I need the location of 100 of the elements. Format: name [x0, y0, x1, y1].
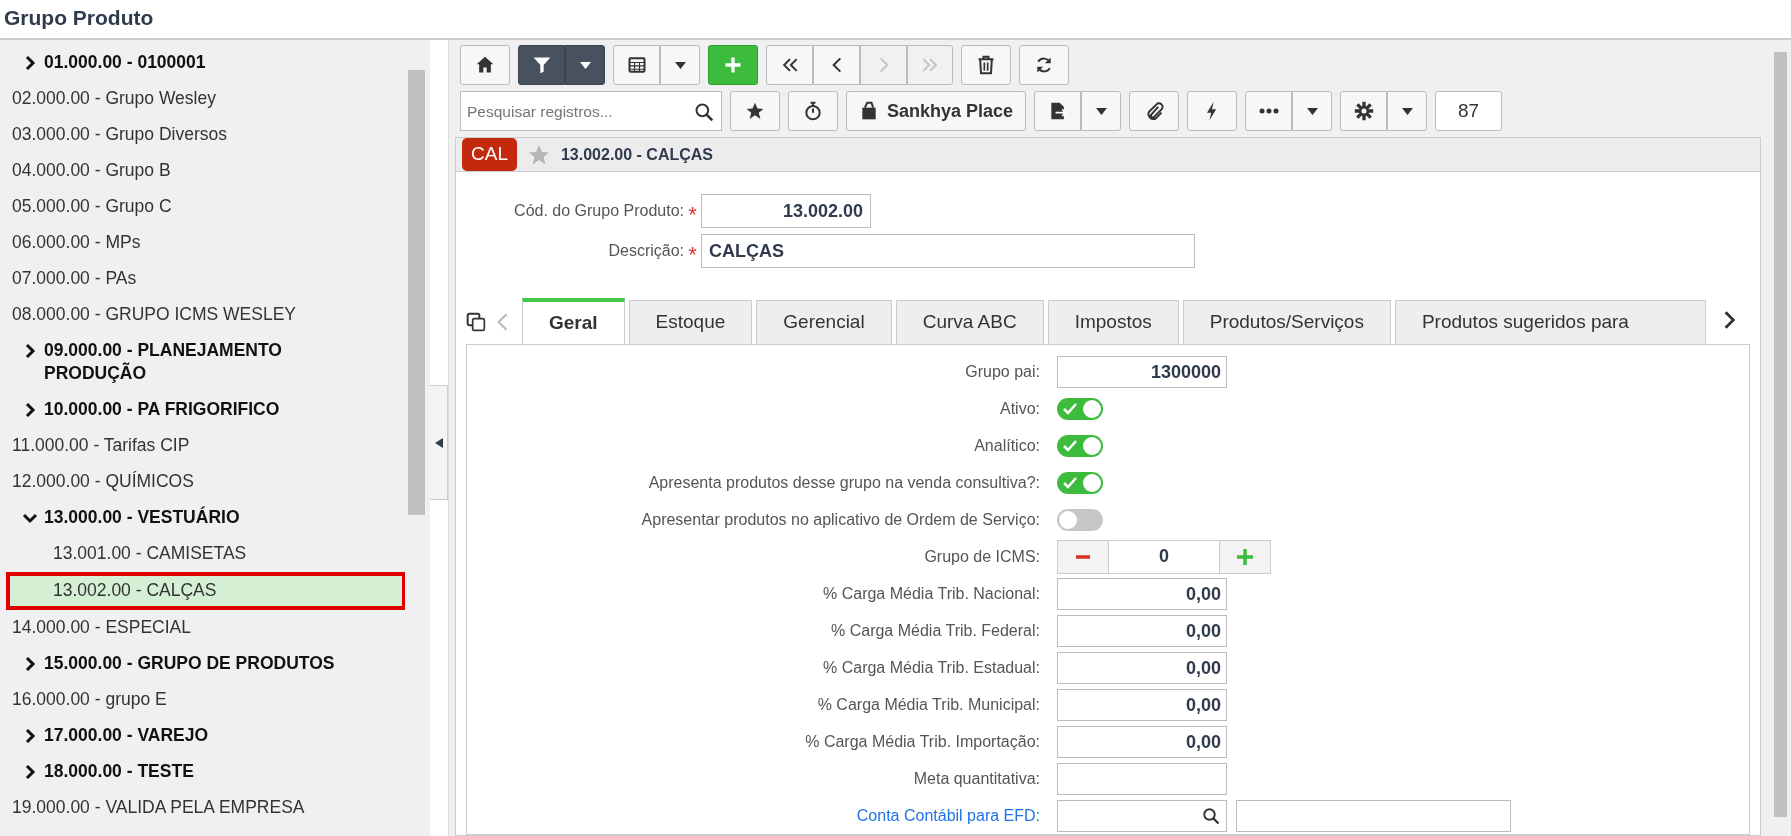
- bag-icon: [859, 101, 879, 122]
- input-field[interactable]: 0,00: [1057, 614, 1227, 647]
- table-icon: [626, 55, 647, 76]
- field-label: Descrição:: [607, 241, 684, 261]
- plus-icon: [1236, 547, 1254, 566]
- tree-folder-item[interactable]: 17.000.00 - VAREJO: [0, 718, 405, 754]
- tree-item[interactable]: 07.000.00 - PAs: [0, 261, 405, 297]
- input-field[interactable]: CALÇAS: [701, 234, 1195, 268]
- toggle-switch[interactable]: [1057, 471, 1103, 494]
- toolbar-button[interactable]: [1129, 91, 1180, 132]
- caret-down-icon: [1401, 107, 1413, 115]
- search-icon: [1202, 806, 1220, 825]
- input-field[interactable]: 13.002.00: [701, 194, 871, 228]
- toolbar-button[interactable]: [1340, 91, 1388, 132]
- toggle-switch[interactable]: [1057, 434, 1103, 457]
- scrollbar-thumb[interactable]: [1774, 52, 1787, 817]
- tree-folder-item[interactable]: 09.000.00 - PLANEJAMENTO PRODUÇÃO: [0, 333, 405, 392]
- dropdown-button[interactable]: [1292, 91, 1333, 132]
- tree-item[interactable]: 19.000.00 - VALIDA PELA EMPRESA: [0, 790, 405, 826]
- tab[interactable]: Gerencial: [756, 300, 892, 344]
- toolbar-button[interactable]: [613, 45, 660, 86]
- field-label: Grupo pai:: [964, 361, 1041, 382]
- search-icon: [694, 102, 714, 123]
- record-tag: CAL: [462, 138, 517, 171]
- check-icon: [1063, 476, 1077, 489]
- scrollbar-thumb[interactable]: [408, 70, 425, 515]
- nav-button[interactable]: [766, 45, 813, 86]
- tab[interactable]: Produtos sugeridos para: [1394, 300, 1706, 344]
- lookup-field[interactable]: [1057, 799, 1227, 832]
- field-label: Meta quantitativa:: [912, 768, 1041, 789]
- field-label: Apresentar produtos no aplicativo de Ordem de Serviço:: [640, 509, 1041, 530]
- tree-item[interactable]: 12.000.00 - QUÍMICOS: [0, 464, 405, 500]
- input-field[interactable]: 1300000: [1057, 355, 1227, 388]
- input-field[interactable]: 0,00: [1057, 577, 1227, 610]
- dropdown-button[interactable]: [660, 45, 700, 86]
- sankhya-place-button[interactable]: Sankhya Place: [846, 91, 1027, 132]
- tree-item[interactable]: 14.000.00 - ESPECIAL: [0, 610, 405, 646]
- tree-item[interactable]: 03.000.00 - Grupo Diversos: [0, 117, 405, 153]
- dropdown-button[interactable]: [1387, 91, 1428, 132]
- tab[interactable]: Geral: [522, 298, 625, 344]
- toolbar-button[interactable]: [961, 45, 1011, 86]
- record-counter: 87: [1435, 91, 1503, 132]
- settings-icon: [1353, 101, 1374, 122]
- dropdown-button[interactable]: [1081, 91, 1122, 132]
- tab[interactable]: Impostos: [1047, 300, 1179, 344]
- input-field[interactable]: 0,00: [1057, 725, 1227, 758]
- caret-down-icon: [674, 61, 686, 69]
- toolbar-button[interactable]: [730, 91, 780, 132]
- home-icon: [475, 55, 495, 76]
- toolbar-button[interactable]: [1245, 91, 1293, 132]
- required-mark: *: [687, 201, 698, 223]
- tree-folder-item[interactable]: 10.000.00 - PA FRIGORIFICO: [0, 392, 405, 428]
- field-label: % Carga Média Trib. Federal:: [830, 620, 1041, 641]
- toolbar-button[interactable]: [460, 45, 510, 86]
- tree-item[interactable]: 04.000.00 - Grupo B: [0, 153, 405, 189]
- field-label: Ativo:: [999, 398, 1041, 419]
- toggle-switch[interactable]: [1057, 508, 1103, 531]
- decrement-button[interactable]: [1058, 540, 1108, 573]
- field-link[interactable]: Conta Contábil para EFD:: [467, 803, 1057, 828]
- caret-left-icon: [434, 437, 443, 448]
- tree-item[interactable]: 08.000.00 - GRUPO ICMS WESLEY: [0, 297, 405, 333]
- caret-down-icon: [1095, 107, 1107, 115]
- toggle-switch[interactable]: [1057, 397, 1103, 420]
- tree-folder-item[interactable]: 01.000.00 - 0100001: [0, 45, 405, 81]
- toolbar-button[interactable]: [1034, 91, 1082, 132]
- tree-item[interactable]: 02.000.00 - Grupo Wesley: [0, 81, 405, 117]
- dropdown-button[interactable]: [565, 45, 605, 86]
- search-field[interactable]: Pesquisar registros...: [460, 91, 722, 132]
- input-field[interactable]: 0,00: [1057, 688, 1227, 721]
- stopwatch-icon: [803, 101, 823, 122]
- paperclip-icon: [1144, 101, 1165, 122]
- input-field[interactable]: 0,00: [1057, 651, 1227, 684]
- increment-button[interactable]: [1220, 540, 1270, 573]
- tree-item[interactable]: 05.000.00 - Grupo C: [0, 189, 405, 225]
- field-label: % Carga Média Trib. Municipal:: [816, 694, 1041, 715]
- tree-item[interactable]: 11.000.00 - Tarifas CIP: [0, 428, 405, 464]
- tree-folder-item[interactable]: 18.000.00 - TESTE: [0, 754, 405, 790]
- toolbar-button[interactable]: [518, 45, 565, 86]
- tab[interactable]: Produtos/Serviços: [1182, 300, 1391, 344]
- field-label: % Carga Média Trib. Importação:: [804, 731, 1041, 752]
- field-label: Cód. do Grupo Produto:: [513, 201, 684, 221]
- tree-item[interactable]: 13.001.00 - CAMISETAS: [0, 536, 405, 572]
- trash-icon: [976, 55, 996, 76]
- tree-item[interactable]: 06.000.00 - MPs: [0, 225, 405, 261]
- field-label: % Carga Média Trib. Nacional:: [822, 583, 1041, 604]
- field-label: % Carga Média Trib. Estadual:: [822, 657, 1041, 678]
- tree-item[interactable]: 16.000.00 - grupo E: [0, 682, 405, 718]
- toolbar-button[interactable]: [1019, 45, 1069, 86]
- tree-folder-item[interactable]: 13.000.00 - VESTUÁRIO: [0, 500, 405, 536]
- tree-item[interactable]: 13.002.00 - CALÇAS: [6, 572, 405, 610]
- tab[interactable]: Curva ABC: [895, 300, 1044, 344]
- collapse-handle[interactable]: [430, 385, 448, 500]
- input-field[interactable]: [1057, 762, 1227, 795]
- check-icon: [1063, 402, 1077, 415]
- toolbar-button[interactable]: [788, 91, 838, 132]
- field-label: Analítico:: [973, 435, 1041, 456]
- copy-icon[interactable]: [466, 312, 486, 332]
- tree-folder-item[interactable]: 15.000.00 - GRUPO DE PRODUTOS: [0, 646, 405, 682]
- description-field[interactable]: [1236, 799, 1511, 832]
- tab[interactable]: Estoque: [628, 300, 753, 344]
